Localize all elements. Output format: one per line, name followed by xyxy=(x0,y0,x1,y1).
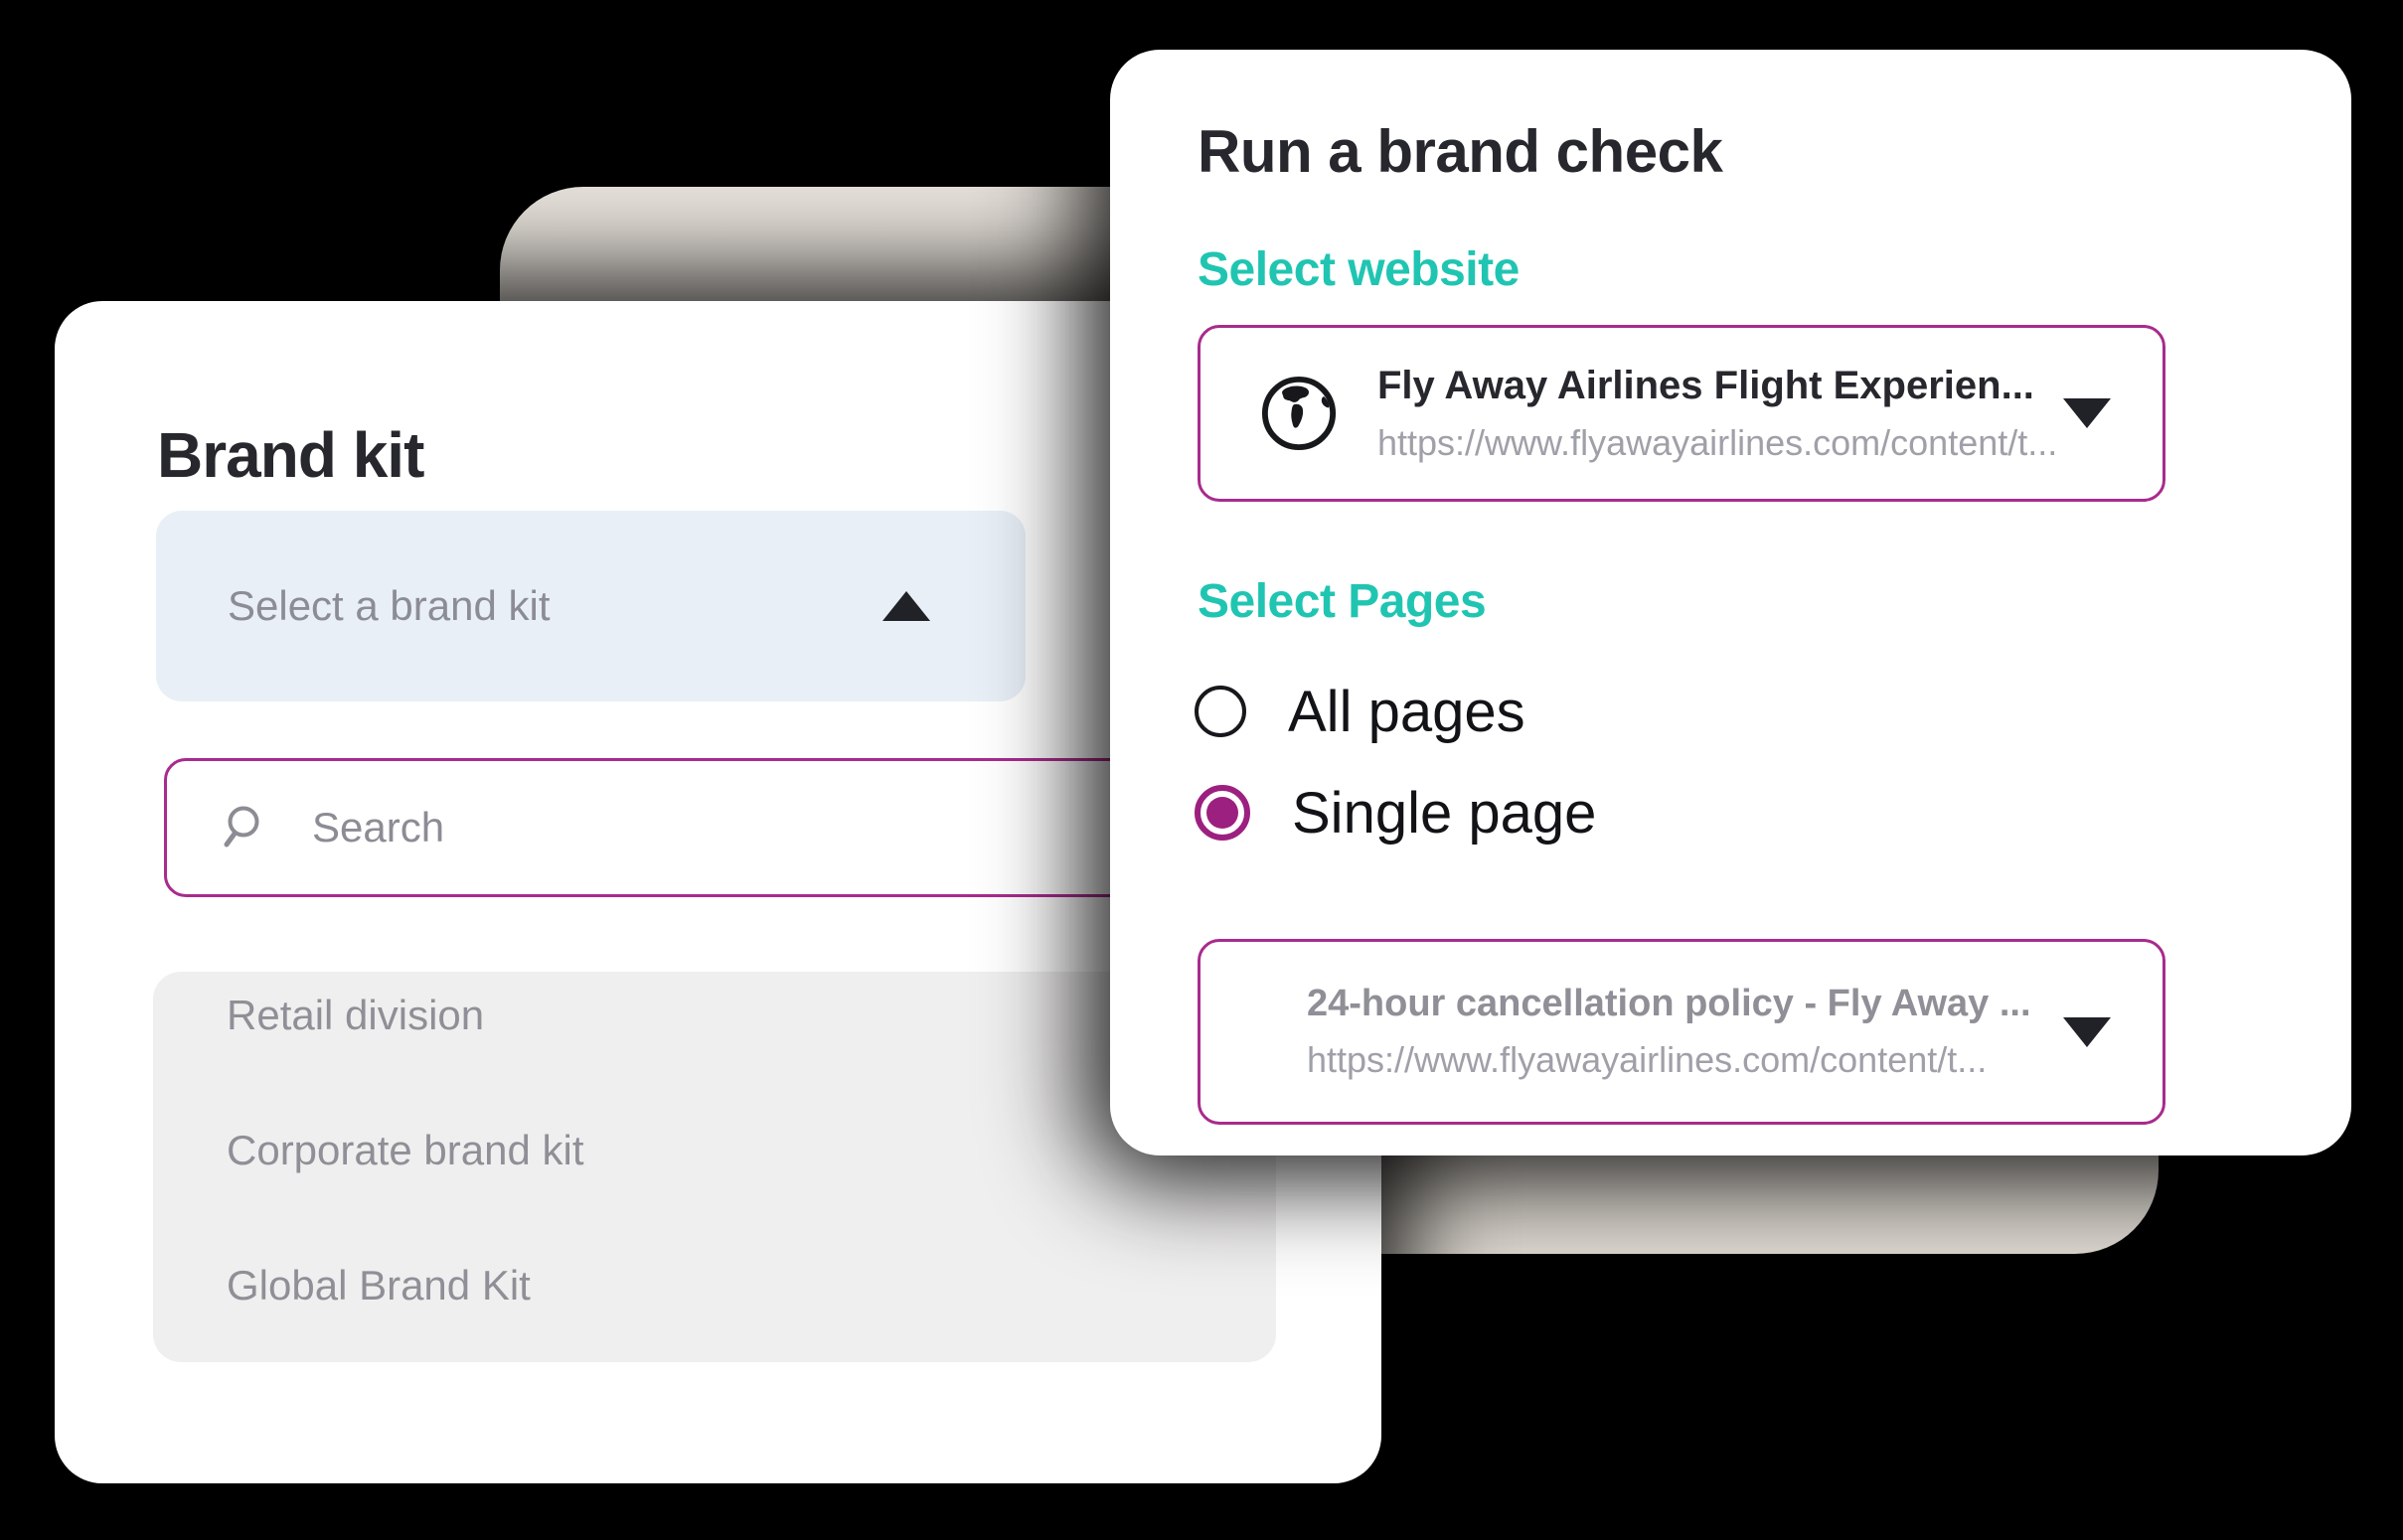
brand-check-title: Run a brand check xyxy=(1198,117,1722,186)
single-page-dropdown[interactable]: 24-hour cancellation policy - Fly Away .… xyxy=(1198,939,2165,1125)
radio-all-pages-label: All pages xyxy=(1288,679,1525,745)
chevron-up-icon xyxy=(882,591,930,621)
website-dropdown-title: Fly Away Airlines Flight Experien... xyxy=(1377,364,2057,408)
radio-all-pages-circle[interactable] xyxy=(1195,686,1246,737)
search-input[interactable] xyxy=(310,803,1234,852)
select-website-label: Select website xyxy=(1198,242,1520,297)
radio-single-page-circle[interactable] xyxy=(1195,785,1250,841)
select-pages-label: Select Pages xyxy=(1198,574,1486,629)
radio-single-page-label: Single page xyxy=(1292,780,1596,847)
brand-kit-title: Brand kit xyxy=(157,418,423,492)
brand-check-panel: Run a brand check Select website Fly Awa… xyxy=(1110,50,2351,1155)
single-page-dropdown-url: https://www.flyawayairlines.com/content/… xyxy=(1307,1039,2031,1081)
radio-all-pages[interactable]: All pages xyxy=(1195,682,1525,741)
background: Brand kit Select a brand kit Retail divi… xyxy=(0,0,2403,1540)
chevron-down-icon xyxy=(2063,398,2111,428)
website-dropdown-url: https://www.flyawayairlines.com/content/… xyxy=(1377,422,2057,464)
chevron-down-icon xyxy=(2063,1017,2111,1047)
brand-kit-selector[interactable]: Select a brand kit xyxy=(156,511,1026,701)
website-dropdown[interactable]: Fly Away Airlines Flight Experien... htt… xyxy=(1198,325,2165,502)
list-item-global-brand-kit[interactable]: Global Brand Kit xyxy=(153,1218,1276,1353)
brand-kit-selector-label: Select a brand kit xyxy=(228,582,551,630)
list-item-retail-division[interactable]: Retail division xyxy=(153,948,1276,1083)
radio-single-page[interactable]: Single page xyxy=(1195,783,1596,843)
single-page-dropdown-title: 24-hour cancellation policy - Fly Away .… xyxy=(1307,983,2031,1025)
globe-icon xyxy=(1260,375,1338,452)
search-icon xyxy=(223,803,272,852)
brand-kit-list: Retail division Corporate brand kit Glob… xyxy=(153,972,1276,1362)
list-item-corporate-brand-kit[interactable]: Corporate brand kit xyxy=(153,1083,1276,1218)
